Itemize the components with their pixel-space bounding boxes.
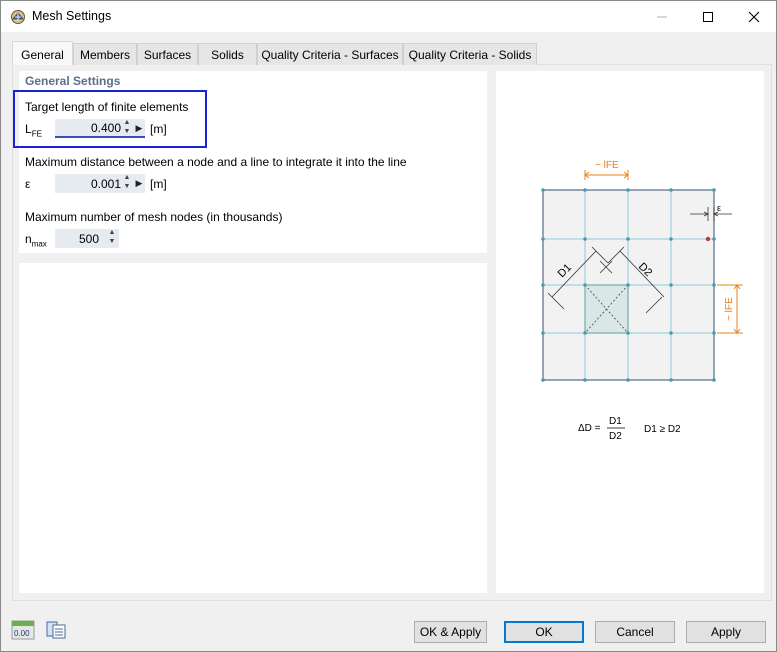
formula-denominator: D2 xyxy=(609,431,622,442)
epsilon-label: ε xyxy=(717,203,721,213)
formula-numerator: D1 xyxy=(609,416,622,427)
side-lfe-label: ~ lFE xyxy=(724,297,735,321)
tab-quality-criteria-surfaces[interactable]: Quality Criteria - Surfaces xyxy=(257,43,403,65)
max-nodes-symbol: nmax xyxy=(25,232,47,248)
minimize-icon xyxy=(657,16,667,17)
cancel-button[interactable]: Cancel xyxy=(595,621,675,643)
close-icon xyxy=(748,11,760,22)
diagram-panel: ~ lFE ~ lFE ε D1 D2 ΔD = D1 D2 D1 ≥ D2 xyxy=(496,71,764,593)
minimize-button[interactable] xyxy=(639,1,685,32)
target-length-highlight xyxy=(13,90,207,148)
tab-general[interactable]: General xyxy=(12,41,73,65)
offset-node xyxy=(705,236,711,242)
max-distance-spinner[interactable]: ▲ ▼ xyxy=(122,174,132,193)
mesh-settings-dialog: Mesh Settings General Members Surfaces S… xyxy=(0,0,777,652)
units-button[interactable]: 0.00 xyxy=(11,619,35,641)
max-distance-menu-arrow-icon[interactable]: ▶ xyxy=(135,174,143,193)
title-bar: Mesh Settings xyxy=(1,1,776,32)
spin-down-icon[interactable]: ▼ xyxy=(107,238,117,247)
max-nodes-label: Maximum number of mesh nodes (in thousan… xyxy=(25,210,283,224)
tab-solids[interactable]: Solids xyxy=(198,43,257,65)
mesh-app-icon xyxy=(11,10,25,24)
ok-apply-button[interactable]: OK & Apply xyxy=(414,621,487,643)
spin-up-icon[interactable]: ▲ xyxy=(107,229,117,238)
units-icon: 0.00 xyxy=(11,620,35,640)
symbol-n: n xyxy=(25,232,32,246)
max-nodes-spinner[interactable]: ▲ ▼ xyxy=(107,229,117,248)
tab-quality-criteria-solids[interactable]: Quality Criteria - Solids xyxy=(403,43,537,65)
apply-button[interactable]: Apply xyxy=(686,621,766,643)
empty-panel xyxy=(19,263,487,593)
formula-condition: D1 ≥ D2 xyxy=(644,424,681,435)
section-title-general-settings: General Settings xyxy=(25,74,121,88)
ok-button[interactable]: OK xyxy=(504,621,584,643)
tab-members[interactable]: Members xyxy=(73,43,137,65)
formula-lhs: ΔD = xyxy=(578,423,601,434)
max-distance-unit: [m] xyxy=(150,177,167,191)
max-distance-label: Maximum distance between a node and a li… xyxy=(25,155,407,169)
max-distance-symbol: ε xyxy=(25,177,31,191)
maximize-icon xyxy=(703,11,713,22)
tab-surfaces[interactable]: Surfaces xyxy=(137,43,198,65)
maximize-button[interactable] xyxy=(685,1,731,32)
mesh-diagram: ~ lFE ~ lFE ε D1 D2 ΔD = D1 D2 D1 ≥ D2 xyxy=(541,160,743,442)
top-lfe-dimension xyxy=(584,170,629,180)
window-title: Mesh Settings xyxy=(32,9,112,23)
units-icon-text: 0.00 xyxy=(14,629,30,638)
close-button[interactable] xyxy=(731,1,777,32)
spin-down-icon[interactable]: ▼ xyxy=(122,183,132,192)
symbol-max: max xyxy=(31,239,47,249)
top-lfe-label: ~ lFE xyxy=(595,160,619,171)
copy-settings-button[interactable] xyxy=(45,619,69,641)
copy-settings-icon xyxy=(46,621,66,639)
spin-up-icon[interactable]: ▲ xyxy=(122,174,132,183)
dialog-footer: 0.00 OK & Apply OK Cancel Apply xyxy=(1,609,776,651)
